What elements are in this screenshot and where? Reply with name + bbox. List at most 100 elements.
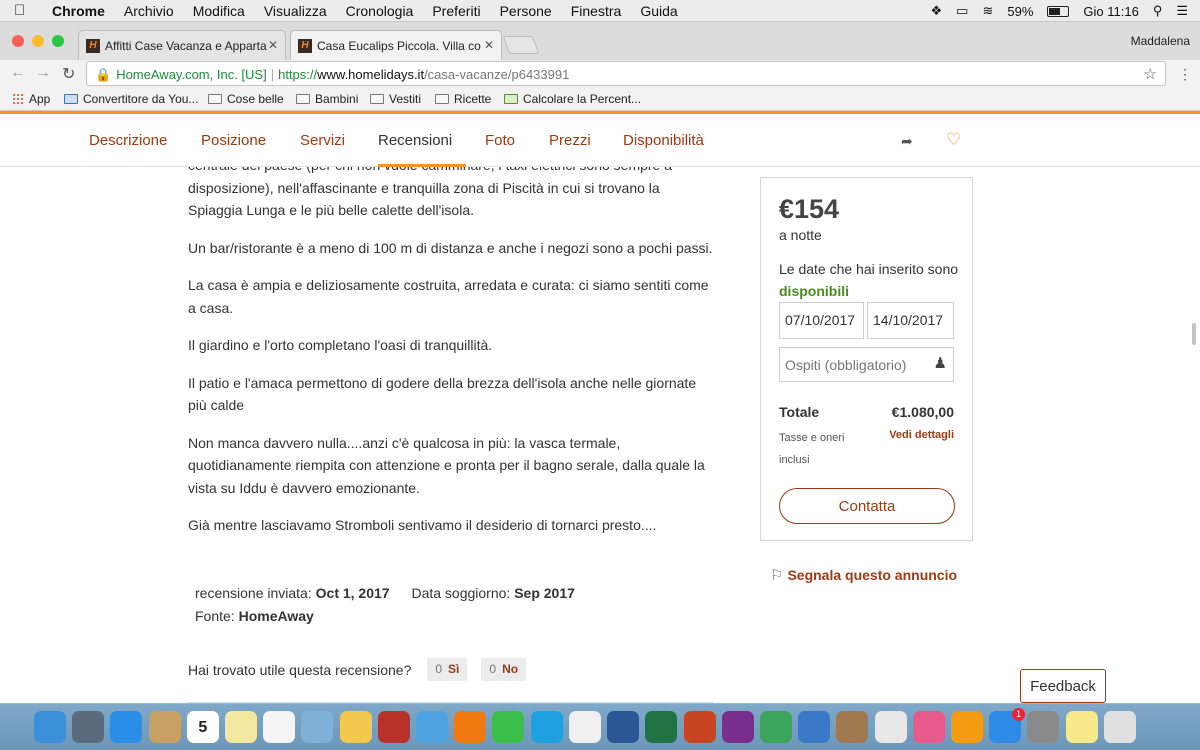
calendar-icon[interactable]: 5 — [186, 711, 219, 743]
numbers-icon[interactable] — [759, 711, 792, 743]
menu-modifica[interactable]: Modifica — [193, 3, 245, 19]
vote-no-button[interactable]: 0 No — [481, 658, 527, 681]
zoom-window-icon[interactable] — [52, 35, 64, 47]
reload-icon[interactable]: ↻ — [62, 64, 75, 84]
close-window-icon[interactable] — [12, 35, 24, 47]
profile-name[interactable]: Maddalena — [1131, 34, 1190, 48]
no-label: No — [502, 662, 519, 676]
reminders-icon[interactable] — [263, 711, 296, 743]
powerpoint-icon[interactable] — [683, 711, 716, 743]
details-link[interactable]: Vedi dettagli — [889, 429, 954, 441]
safari-icon[interactable] — [110, 711, 143, 743]
preview-icon[interactable] — [301, 711, 334, 743]
clock[interactable]: Gio 11:16 — [1083, 4, 1138, 19]
facetime-icon[interactable] — [492, 711, 525, 743]
textedit-icon[interactable] — [568, 711, 601, 743]
onenote-icon[interactable] — [721, 711, 754, 743]
review-body: centrale del paese (per chi non vuole ca… — [188, 154, 718, 552]
forward-arrow-icon[interactable]: → — [35, 64, 51, 82]
nav-prezzi[interactable]: Prezzi — [549, 132, 591, 149]
bookmark-star-icon[interactable]: ☆ — [1144, 65, 1157, 83]
minimize-window-icon[interactable] — [32, 35, 44, 47]
guests-field[interactable]: Ospiti (obbligatorio) ♟ — [779, 347, 954, 382]
report-listing-link[interactable]: ⚐ Segnala questo annuncio — [770, 566, 957, 584]
finder-icon[interactable] — [34, 711, 66, 743]
folder-icon — [208, 94, 222, 104]
tab-casa-eucalips[interactable]: H Casa Eucalips Piccola. Villa co ✕ — [290, 30, 502, 60]
menu-guida[interactable]: Guida — [640, 3, 677, 19]
nav-disponibilita[interactable]: Disponibilità — [623, 132, 704, 149]
feedback-button[interactable]: Feedback — [1020, 669, 1106, 703]
image-capture-icon[interactable] — [836, 711, 869, 743]
battery-icon[interactable] — [1047, 5, 1070, 17]
yes-label: Sì — [448, 662, 460, 676]
bookmark-convertitore[interactable]: Convertitore da You... — [64, 92, 198, 106]
bookmark-cose-belle[interactable]: Cose belle — [208, 92, 284, 106]
stickies-icon[interactable] — [1065, 711, 1098, 743]
new-tab-button[interactable] — [502, 36, 540, 54]
notes-icon[interactable] — [225, 711, 258, 743]
bookmark-label: Vestiti — [389, 92, 422, 106]
tab-affitti[interactable]: H Affitti Case Vacanza e Apparta ✕ — [78, 30, 286, 60]
app-menus: Chrome Archivio Modifica Visualizza Cron… — [52, 3, 697, 19]
chrome-icon[interactable] — [874, 711, 907, 743]
skype-icon[interactable] — [530, 711, 563, 743]
messages-icon[interactable] — [416, 711, 449, 743]
bookmark-ricette[interactable]: Ricette — [435, 92, 491, 106]
contact-button[interactable]: Contatta — [779, 488, 955, 524]
bookmark-vestiti[interactable]: Vestiti — [370, 92, 421, 106]
menu-persone[interactable]: Persone — [500, 3, 552, 19]
word-icon[interactable] — [607, 711, 640, 743]
launchpad-icon[interactable] — [72, 711, 105, 743]
bookmark-app[interactable]: App — [12, 92, 50, 106]
vote-yes-button[interactable]: 0 Sì — [427, 658, 468, 681]
nav-descrizione[interactable]: Descrizione — [89, 132, 167, 149]
macos-menubar:  Chrome Archivio Modifica Visualizza Cr… — [0, 0, 1200, 22]
excel-icon[interactable] — [645, 711, 678, 743]
nav-foto[interactable]: Foto — [485, 132, 515, 149]
yes-count: 0 — [435, 662, 443, 676]
ibooks-icon[interactable] — [950, 711, 983, 743]
vlc-icon[interactable] — [454, 711, 487, 743]
notification-badge: 1 — [1012, 708, 1026, 721]
menu-cronologia[interactable]: Cronologia — [346, 3, 414, 19]
close-tab-icon[interactable]: ✕ — [268, 38, 278, 52]
app-store-icon[interactable]: 1 — [989, 708, 1026, 743]
keynote-icon[interactable] — [798, 711, 831, 743]
listing-nav: Descrizione Posizione Servizi Recensioni… — [0, 114, 1200, 167]
wifi-icon[interactable]: ≋ — [982, 3, 993, 19]
bookmark-calcolare[interactable]: Calcolare la Percent... — [504, 92, 641, 106]
itunes-icon[interactable] — [912, 711, 945, 743]
chrome-menu-icon[interactable]: ⋮ — [1178, 66, 1192, 83]
scrollbar-thumb[interactable] — [1192, 323, 1196, 345]
menu-finestra[interactable]: Finestra — [571, 3, 622, 19]
nav-servizi[interactable]: Servizi — [300, 132, 345, 149]
address-bar[interactable]: 🔒 HomeAway.com, Inc. [US] | https://www.hom… — [86, 61, 1166, 86]
photos-icon[interactable] — [339, 711, 372, 743]
share-icon[interactable]: ➦ — [901, 133, 913, 150]
nav-posizione[interactable]: Posizione — [201, 132, 266, 149]
tab-title: Casa Eucalips Piccola. Villa co — [317, 39, 481, 53]
system-preferences-icon[interactable] — [1027, 711, 1060, 743]
dropbox-icon[interactable]: ❖ — [931, 3, 943, 19]
menu-preferiti[interactable]: Preferiti — [432, 3, 480, 19]
menu-chrome[interactable]: Chrome — [52, 3, 105, 19]
trash-icon[interactable] — [1103, 711, 1136, 743]
status-area: ❖ ▭ ≋ 59% Gio 11:16 ⚲ ☰ — [931, 3, 1189, 19]
photo-booth-icon[interactable] — [377, 711, 410, 743]
menu-archivio[interactable]: Archivio — [124, 3, 174, 19]
nav-recensioni[interactable]: Recensioni — [378, 132, 452, 149]
close-tab-icon[interactable]: ✕ — [484, 38, 494, 52]
heart-icon[interactable]: ♡ — [946, 130, 961, 150]
menu-visualizza[interactable]: Visualizza — [264, 3, 327, 19]
back-arrow-icon[interactable]: ← — [10, 64, 26, 82]
notification-center-icon[interactable]: ☰ — [1176, 3, 1188, 19]
spotlight-icon[interactable]: ⚲ — [1153, 3, 1163, 19]
bookmark-bambini[interactable]: Bambini — [296, 92, 358, 106]
apple-menu-icon[interactable]:  — [14, 2, 25, 19]
contacts-icon[interactable] — [148, 711, 181, 743]
checkin-field[interactable]: 07/10/2017 — [779, 302, 864, 339]
checkout-field[interactable]: 14/10/2017 — [867, 302, 954, 339]
bookmark-label: Ricette — [454, 92, 492, 106]
airplay-icon[interactable]: ▭ — [956, 3, 968, 19]
